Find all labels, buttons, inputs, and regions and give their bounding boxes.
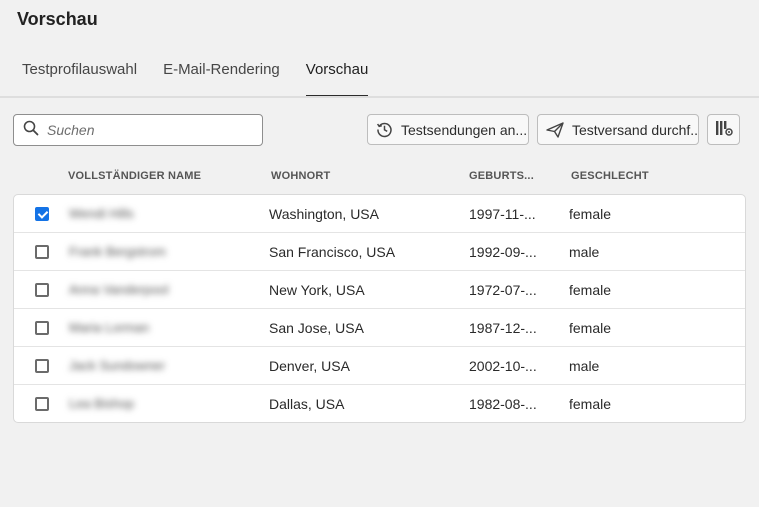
row-name: Jack Sundowner	[69, 358, 166, 373]
row-city: Washington, USA	[269, 206, 379, 222]
row-city: New York, USA	[269, 282, 365, 298]
tab-bar: Testprofilauswahl E-Mail-Rendering Vorsc…	[22, 61, 394, 97]
row-checkbox[interactable]	[35, 397, 49, 411]
test-sendings-label: Testsendungen an...	[401, 121, 528, 138]
column-header-birth[interactable]: GEBURTS...	[469, 170, 534, 182]
row-city: Dallas, USA	[269, 396, 345, 412]
send-test-label: Testversand durchf...	[572, 121, 699, 138]
send-test-button[interactable]: Testversand durchf...	[537, 114, 699, 145]
row-checkbox[interactable]	[35, 321, 49, 335]
table-header: VOLLSTÄNDIGER NAME WOHNORT GEBURTS... GE…	[13, 170, 746, 186]
row-birth: 2002-10-...	[469, 358, 537, 374]
row-birth: 1982-08-...	[469, 396, 537, 412]
row-city: San Jose, USA	[269, 320, 364, 336]
row-gender: female	[569, 396, 612, 412]
search-field[interactable]	[13, 114, 263, 146]
row-checkbox[interactable]	[35, 359, 49, 373]
tab-email-rendering[interactable]: E-Mail-Rendering	[163, 61, 280, 97]
row-checkbox[interactable]	[35, 207, 49, 221]
table-row[interactable]: Wendi Hills Washington, USA 1997-11-... …	[14, 195, 745, 233]
row-checkbox[interactable]	[35, 245, 49, 259]
column-header-city[interactable]: WOHNORT	[271, 170, 330, 182]
row-name: Anna Vanderpool	[69, 282, 169, 297]
row-gender: female	[569, 282, 612, 298]
tab-vorschau[interactable]: Vorschau	[305, 61, 368, 97]
row-city: Denver, USA	[269, 358, 350, 374]
row-gender: male	[569, 358, 600, 374]
row-city: San Francisco, USA	[269, 244, 396, 260]
row-gender: female	[569, 320, 612, 336]
tab-testprofilauswahl[interactable]: Testprofilauswahl	[22, 61, 137, 97]
row-name: Lea Bishop	[69, 396, 135, 411]
search-input[interactable]	[47, 122, 247, 138]
row-birth: 1972-07-...	[469, 282, 537, 298]
search-icon	[23, 120, 39, 141]
paper-plane-icon	[546, 121, 564, 138]
table-row[interactable]: Maria Lorman San Jose, USA 1987-12-... f…	[14, 309, 745, 347]
row-name: Wendi Hills	[69, 206, 134, 221]
page-title: Vorschau	[17, 9, 98, 29]
row-birth: 1987-12-...	[469, 320, 537, 336]
profiles-table: Wendi Hills Washington, USA 1997-11-... …	[13, 194, 746, 423]
test-sendings-button[interactable]: Testsendungen an...	[367, 114, 529, 145]
row-name: Maria Lorman	[69, 320, 150, 335]
row-birth: 1992-09-...	[469, 244, 537, 260]
table-row[interactable]: Lea Bishop Dallas, USA 1982-08-... femal…	[14, 385, 745, 422]
column-header-gender[interactable]: GESCHLECHT	[571, 170, 649, 182]
table-row[interactable]: Anna Vanderpool New York, USA 1972-07-..…	[14, 271, 745, 309]
column-settings-button[interactable]	[707, 114, 740, 145]
column-settings-icon	[715, 119, 733, 140]
table-row[interactable]: Frank Bergstrom San Francisco, USA 1992-…	[14, 233, 745, 271]
row-name: Frank Bergstrom	[69, 244, 166, 259]
row-birth: 1997-11-...	[469, 206, 536, 222]
row-checkbox[interactable]	[35, 283, 49, 297]
row-gender: male	[569, 244, 600, 260]
history-icon	[376, 121, 393, 138]
column-header-name[interactable]: VOLLSTÄNDIGER NAME	[68, 170, 201, 182]
table-row[interactable]: Jack Sundowner Denver, USA 2002-10-... m…	[14, 347, 745, 385]
tabs-divider	[0, 96, 759, 98]
row-gender: female	[569, 206, 612, 222]
